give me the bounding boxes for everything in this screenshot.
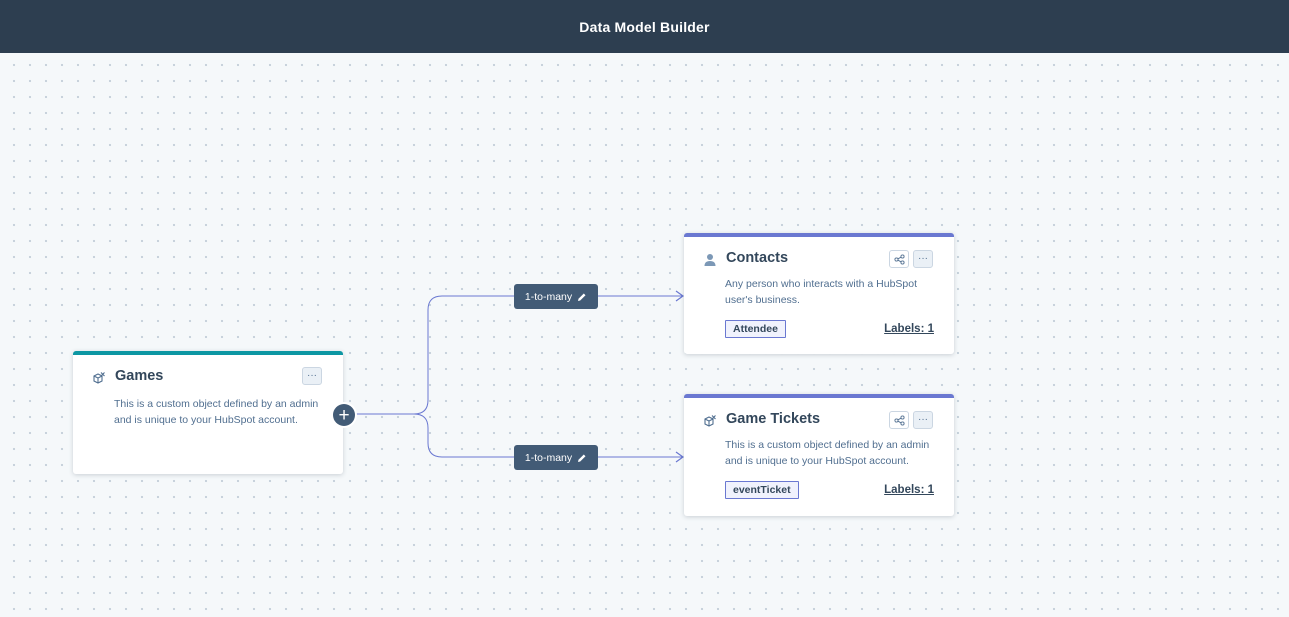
association-label-tag: Attendee [725,320,786,338]
more-options-button[interactable]: ··· [913,250,933,268]
pencil-icon [578,454,586,462]
object-description: Any person who interacts with a HubSpot … [725,278,918,306]
object-description: This is a custom object defined by an ad… [725,439,930,467]
person-icon [704,254,716,266]
edge-line-contacts [355,295,683,415]
association-label-tag: eventTicket [725,481,799,499]
pencil-icon [578,293,586,301]
object-title: Contacts [726,250,789,266]
object-card-contacts[interactable]: Contacts ··· Any person who interacts wi… [684,233,954,354]
share-nodes-icon [893,414,905,426]
add-association-button[interactable]: + [333,404,355,426]
associations-button[interactable] [889,250,909,268]
edge-label-text: 1-to-many [524,451,573,464]
labels-count-link[interactable]: Labels: 1 [884,484,934,496]
more-options-button[interactable]: ··· [302,367,322,385]
share-nodes-icon [893,253,905,265]
object-card-game-tickets[interactable]: Game Tickets ··· This is a custom object… [684,394,954,516]
edge-label-text: 1-to-many [524,290,573,303]
association-lines [355,290,685,463]
more-options-button[interactable]: ··· [913,411,933,429]
labels-count-link[interactable]: Labels: 1 [884,323,934,335]
object-title: Games [115,368,164,384]
ellipsis-icon: ··· [307,370,317,381]
object-title: Game Tickets [726,411,821,427]
edge-label-contacts[interactable]: 1-to-many [514,284,598,309]
edge-label-tickets[interactable]: 1-to-many [514,445,598,470]
custom-object-icon [93,372,105,384]
object-description: This is a custom object defined by an ad… [114,398,319,426]
object-card-games[interactable]: Games ··· This is a custom object define… [73,351,343,474]
plus-icon: + [338,404,350,426]
custom-object-icon [704,415,716,427]
ellipsis-icon: ··· [918,253,928,264]
associations-button[interactable] [889,411,909,429]
ellipsis-icon: ··· [918,414,928,425]
